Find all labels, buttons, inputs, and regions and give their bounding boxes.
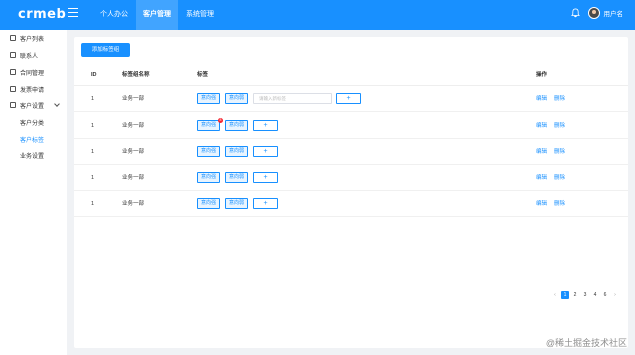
row-id: 1 xyxy=(91,96,95,102)
tag-weak-intent[interactable]: 意向弱 xyxy=(225,93,249,104)
row-id: 1 xyxy=(91,149,95,155)
invoice-icon xyxy=(10,86,16,92)
sidebar-item-contacts[interactable]: 联系人 xyxy=(0,47,67,63)
add-tag-button[interactable]: + xyxy=(253,146,278,157)
new-tag-input[interactable]: 请输入新标签 xyxy=(253,93,332,104)
nav-item-customer-management[interactable]: 客户管理 xyxy=(136,0,178,30)
sidebar-subitem-customer-tags[interactable]: 客户标签 xyxy=(0,131,67,147)
row-id: 1 xyxy=(91,201,95,207)
bell-icon[interactable] xyxy=(570,8,580,18)
column-header-name: 标签组名称 xyxy=(122,72,150,78)
tag-strong-intent[interactable]: 意向强 xyxy=(197,198,221,209)
header-user-area: 用户名 xyxy=(570,7,624,19)
tag-weak-intent[interactable]: 意向弱 xyxy=(225,172,249,183)
delete-link[interactable]: 删除 xyxy=(554,165,565,191)
tag-strong-intent[interactable]: 意向强 xyxy=(197,146,221,157)
page-button[interactable]: 3 xyxy=(581,291,589,299)
delete-link[interactable]: 删除 xyxy=(554,139,565,165)
list-icon xyxy=(10,35,16,41)
delete-link[interactable]: 删除 xyxy=(554,191,565,217)
next-page-button[interactable]: › xyxy=(611,291,619,299)
pagination: ‹ 1 2 3 4 6 › xyxy=(551,290,621,300)
column-header-operations: 操作 xyxy=(536,72,548,78)
table-header: ID 标签组名称 标签 操作 xyxy=(74,64,628,86)
sidebar-subitem-customer-category[interactable]: 客户分类 xyxy=(0,114,67,130)
row-name: 业务一部 xyxy=(122,123,145,129)
add-tag-button[interactable]: + xyxy=(253,198,278,209)
watermark: @稀土掘金技术社区 xyxy=(545,338,627,348)
sidebar-subitem-business-settings[interactable]: 业务设置 xyxy=(0,147,67,163)
delete-link[interactable]: 删除 xyxy=(554,86,565,112)
edit-link[interactable]: 编辑 xyxy=(536,139,547,165)
menu-toggle-icon[interactable] xyxy=(68,8,78,18)
row-name: 业务一部 xyxy=(122,201,145,207)
column-header-id: ID xyxy=(91,72,97,78)
tag-strong-intent[interactable]: 意向强 xyxy=(197,120,221,131)
avatar[interactable] xyxy=(587,7,600,19)
edit-link[interactable]: 编辑 xyxy=(536,86,547,112)
username[interactable]: 用户名 xyxy=(604,8,624,18)
add-tag-button[interactable]: + xyxy=(253,120,278,131)
edit-link[interactable]: 编辑 xyxy=(536,191,547,217)
column-header-tags: 标签 xyxy=(197,72,209,78)
table-row: 1 业务一部 意向强 意向弱 + 编辑 删除 xyxy=(74,139,628,165)
row-name: 业务一部 xyxy=(122,96,145,102)
prev-page-button[interactable]: ‹ xyxy=(551,291,559,299)
sidebar-item-customer-list[interactable]: 客户列表 xyxy=(0,30,67,46)
page-button[interactable]: 2 xyxy=(571,291,579,299)
row-id: 1 xyxy=(91,123,95,129)
page-button[interactable]: 4 xyxy=(591,291,599,299)
nav-item-personal-office[interactable]: 个人办公 xyxy=(93,0,135,30)
sidebar-item-label: 客户设置 xyxy=(20,103,45,110)
row-name: 业务一部 xyxy=(122,149,145,155)
nav-item-system-management[interactable]: 系统管理 xyxy=(179,0,221,30)
tag-weak-intent[interactable]: 意向弱 xyxy=(225,198,249,209)
top-header: crmeb 个人办公 客户管理 系统管理 用户名 xyxy=(0,0,635,30)
add-tag-button[interactable]: + xyxy=(253,172,278,183)
sidebar-item-label: 联系人 xyxy=(20,53,39,60)
contract-icon xyxy=(10,69,16,75)
top-nav: 个人办公 客户管理 系统管理 xyxy=(93,0,222,30)
row-id: 1 xyxy=(91,175,95,181)
table-row: 1 业务一部 意向强 意向弱 + 编辑 删除 xyxy=(74,191,628,217)
settings-icon xyxy=(10,102,16,108)
logo[interactable]: crmeb xyxy=(18,7,66,22)
add-tag-group-button[interactable]: 添加标签组 xyxy=(81,43,130,57)
table-row: 1 业务一部 意向强 意向弱 请输入新标签 + 编辑 删除 xyxy=(74,86,628,112)
sidebar-item-invoice[interactable]: 发票申请 xyxy=(0,81,67,97)
sidebar-item-customer-settings[interactable]: 客户设置 xyxy=(0,97,67,113)
sidebar-item-label: 发票申请 xyxy=(20,87,45,94)
row-name: 业务一部 xyxy=(122,175,145,181)
tag-weak-intent[interactable]: 意向弱 xyxy=(225,120,249,131)
table-row: 1 业务一部 意向强 意向弱 + 编辑 删除 xyxy=(74,165,628,191)
add-tag-button[interactable]: + xyxy=(336,93,361,104)
edit-link[interactable]: 编辑 xyxy=(536,165,547,191)
table-row: 1 业务一部 意向强 8 意向弱 + 编辑 删除 xyxy=(74,113,628,139)
tag-strong-intent[interactable]: 意向强 xyxy=(197,93,221,104)
chevron-down-icon xyxy=(54,101,60,107)
tag-strong-intent[interactable]: 意向强 xyxy=(197,172,221,183)
page-button[interactable]: 6 xyxy=(601,291,609,299)
edit-link[interactable]: 编辑 xyxy=(536,113,547,139)
main-panel: 添加标签组 ID 标签组名称 标签 操作 1 业务一部 意向强 意向弱 请输入新… xyxy=(74,37,628,348)
sidebar-item-contracts[interactable]: 合同管理 xyxy=(0,64,67,80)
page-button[interactable]: 1 xyxy=(561,291,569,299)
sidebar-item-label: 合同管理 xyxy=(20,70,45,77)
contacts-icon xyxy=(10,52,16,58)
sidebar-item-label: 客户列表 xyxy=(20,36,45,43)
remove-tag-badge[interactable]: 8 xyxy=(218,118,223,123)
sidebar: 客户列表 联系人 合同管理 发票申请 客户设置 客户分类 客户标签 业务设置 xyxy=(0,30,67,355)
tag-weak-intent[interactable]: 意向弱 xyxy=(225,146,249,157)
delete-link[interactable]: 删除 xyxy=(554,113,565,139)
